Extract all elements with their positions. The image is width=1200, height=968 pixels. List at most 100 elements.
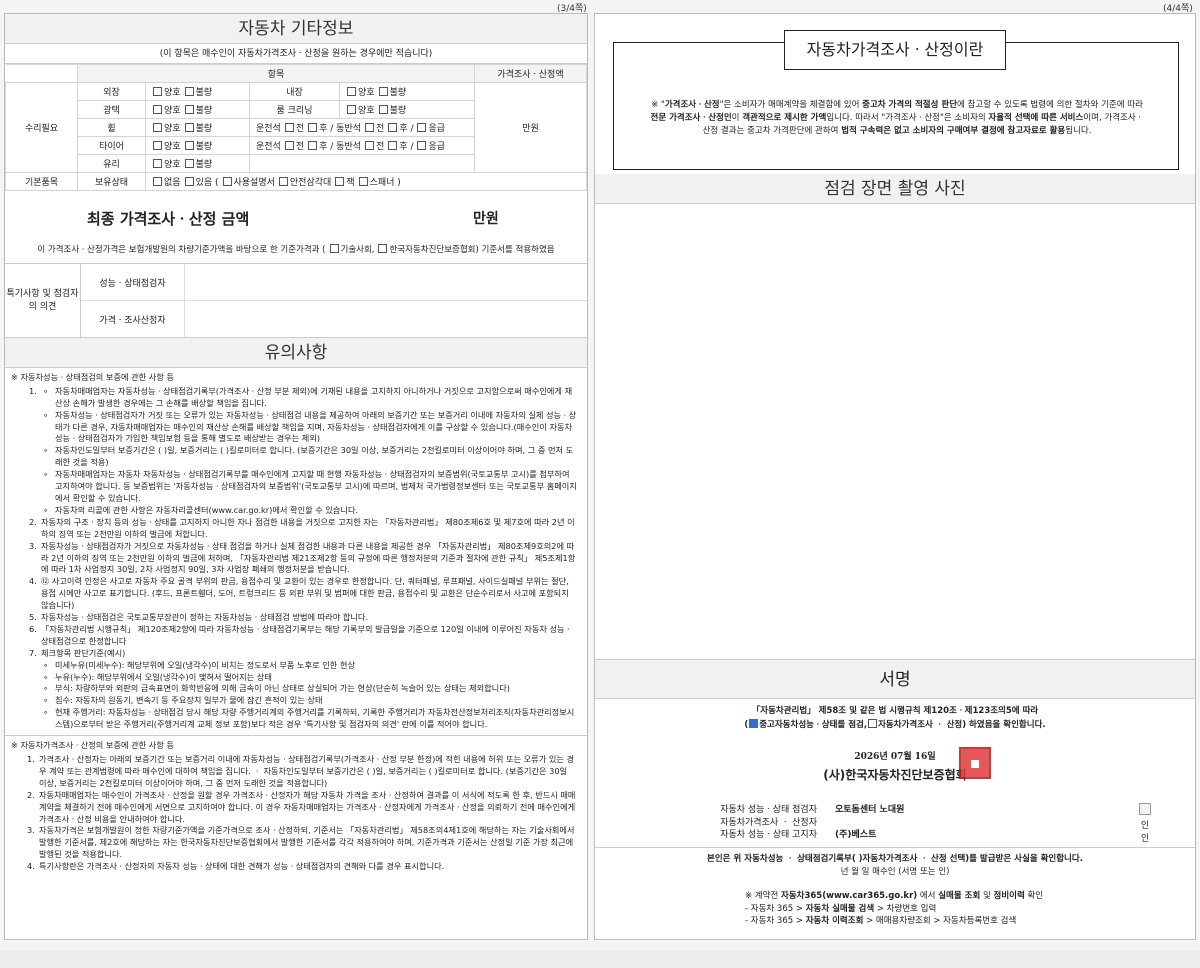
checkbox[interactable] bbox=[184, 105, 194, 114]
vehicle-etc-table: 항목 가격조사ㆍ산정액 수리필요 외장 양호 불량 내장 양호 불량 만원 광택 양… bbox=[5, 64, 587, 191]
red-stamp-icon bbox=[959, 747, 991, 779]
checkbox[interactable] bbox=[347, 105, 356, 114]
checkbox[interactable] bbox=[153, 123, 162, 132]
final-price-label: 최종 가격조사ㆍ산정 금액 bbox=[87, 209, 250, 228]
checkbox[interactable] bbox=[417, 141, 427, 150]
checkbox[interactable] bbox=[388, 123, 398, 132]
final-price-unit: 만원 bbox=[473, 211, 499, 227]
list-item: 자동차의 구조ㆍ장치 등의 성능ㆍ상태를 고지하지 아니한 자나 점검한 내용을… bbox=[41, 516, 575, 539]
section-title-vehicle-etc: 자동차 기타정보 bbox=[5, 14, 587, 44]
photo-area bbox=[595, 204, 1195, 674]
list-item: 특기사항란은 가격조사ㆍ산정자의 자동차 성능ㆍ상태에 대한 견해가 성능ㆍ상태… bbox=[39, 861, 445, 872]
row-exterior: 외장 bbox=[77, 82, 146, 101]
price-value: 만원 bbox=[474, 82, 587, 173]
checkbox[interactable] bbox=[222, 177, 232, 186]
list-item: 누유(누수): 해당부위에서 오일(냉각수)이 맺혀서 떨어지는 상태 bbox=[55, 671, 272, 682]
opinion-inspector: 성능ㆍ상태점검자 bbox=[81, 264, 185, 300]
checkbox[interactable] bbox=[308, 141, 318, 150]
section-title-photo: 점검 장면 촬영 사진 bbox=[595, 174, 1195, 204]
intro-text: ※ "가격조사ㆍ산정"은 소비자가 매매계약을 체결함에 있어 중고차 가격의 … bbox=[650, 100, 1144, 136]
sign-org: (사)한국자동차진단보증협회 bbox=[823, 768, 967, 782]
signer-row: 자동차가격조사 ㆍ 산정자 bbox=[720, 817, 817, 828]
sign-law-text: 「자동차관리법」 제58조 및 같은 법 시행규칙 제120조ㆍ제123조의5에… bbox=[744, 706, 1046, 730]
intro-title: 자동차가격조사ㆍ산정이란 bbox=[784, 30, 1006, 70]
col-price: 가격조사ㆍ산정액 bbox=[474, 64, 587, 83]
opinion-appraiser-field[interactable] bbox=[185, 301, 587, 337]
row-gloss: 광택 bbox=[77, 100, 146, 119]
row-owned: 보유상태 bbox=[77, 172, 146, 191]
checkbox[interactable] bbox=[378, 244, 388, 253]
checkbox[interactable] bbox=[284, 123, 294, 132]
section-title-notice: 유의사항 bbox=[5, 338, 587, 368]
row-roomclean: 룸 크리닝 bbox=[249, 100, 340, 119]
checkbox[interactable] bbox=[184, 141, 194, 150]
row-glass: 유리 bbox=[77, 154, 146, 173]
checkbox[interactable] bbox=[184, 123, 194, 132]
checkbox[interactable] bbox=[153, 159, 162, 168]
list-item: 자동차성능ㆍ상태점검자가 거짓 또는 오류가 있는 자동차성능ㆍ상태점검 내용을… bbox=[55, 409, 577, 444]
section-title-sign: 서명 bbox=[595, 659, 1195, 699]
checkbox[interactable] bbox=[278, 177, 288, 186]
checkbox[interactable] bbox=[365, 123, 375, 132]
checkbox[interactable] bbox=[153, 87, 162, 96]
list-item: 자동차가격은 보험개발원이 정한 차량기준가액을 기준가격으로 조사ㆍ산정하되,… bbox=[39, 825, 575, 860]
list-item: 부식: 차량하부와 외판의 금속표면이 화학반응에 의해 금속이 아닌 상태로 … bbox=[55, 683, 510, 694]
section-subtitle: (이 항목은 매수인이 자동차가격조사ㆍ산정을 원하는 경우에만 적습니다) bbox=[5, 44, 587, 64]
col-item: 항목 bbox=[77, 64, 475, 83]
checkbox[interactable] bbox=[329, 244, 339, 253]
list-item: ⑫ 사고이력 인정은 사고로 자동차 주요 골격 부위의 판금, 용접수리 및 … bbox=[41, 576, 569, 611]
page-4: 자동차가격조사ㆍ산정이란 ※ "가격조사ㆍ산정"은 소비자가 매매계약을 체결함… bbox=[594, 13, 1196, 940]
list-item: 현재 주행거리: 자동차성능ㆍ상태점검 당시 해당 차량 주행거리계의 주행거리… bbox=[55, 707, 575, 730]
final-price-row: 최종 가격조사ㆍ산정 금액 만원 bbox=[5, 199, 587, 237]
group-basic: 기본품목 bbox=[5, 172, 78, 191]
bottom-bar bbox=[0, 950, 1200, 968]
checkbox[interactable] bbox=[358, 177, 368, 186]
opinion-table: 특기사항 및 점검자의 의견 성능ㆍ상태점검자 가격ㆍ조사산정자 bbox=[5, 264, 587, 338]
page-3: 자동차 기타정보 (이 항목은 매수인이 자동차가격조사ㆍ산정을 원하는 경우에… bbox=[4, 13, 588, 940]
sign-date: 2026년 07월 16일 bbox=[854, 752, 936, 762]
row-interior: 내장 bbox=[249, 82, 340, 101]
checkbox[interactable] bbox=[347, 87, 356, 96]
group-repair: 수리필요 bbox=[5, 82, 78, 173]
opinion-label: 특기사항 및 점검자의 의견 bbox=[5, 264, 81, 337]
checkbox-checked[interactable] bbox=[749, 719, 759, 728]
checkbox[interactable] bbox=[153, 141, 162, 150]
checkbox[interactable] bbox=[378, 87, 388, 96]
list-item: 자동차인도일부터 보증기간은 ( )일, 보증거리는 ( )킬로미터로 합니다.… bbox=[55, 445, 574, 468]
checkbox[interactable] bbox=[153, 177, 162, 186]
broken-image-icon bbox=[1139, 803, 1151, 815]
list-item: 자동차매매업자는 매수인이 가격조사ㆍ산정을 원할 경우 가격조사ㆍ산정자가 해… bbox=[39, 789, 576, 824]
checkbox[interactable] bbox=[153, 105, 162, 114]
checkbox[interactable] bbox=[335, 177, 345, 186]
checkbox[interactable] bbox=[365, 141, 375, 150]
row-tire: 타이어 bbox=[77, 136, 146, 155]
row-wheel: 휠 bbox=[77, 118, 146, 137]
list-item: 「자동차관리법 시행규칙」 제120조제2항에 따라 자동차성능ㆍ상태점검기록부… bbox=[41, 623, 573, 646]
checkbox[interactable] bbox=[184, 159, 194, 168]
list-item: 자동차성능ㆍ상태점검은 국토교통부장관이 정하는 자동차성능ㆍ상태점검 방법에 … bbox=[41, 612, 369, 623]
signer-row: 자동차 성능ㆍ상태 점검자 오토돔센터 노대원 bbox=[720, 805, 905, 815]
list-item: 미세누유(미세누수): 해당부위에 오일(냉각수)이 비치는 정도로서 부품 노… bbox=[55, 659, 355, 670]
list-item: 체크항목 판단기준(예시) bbox=[41, 647, 126, 658]
checkbox[interactable] bbox=[284, 141, 294, 150]
notice-sec2-head: ※ 자동차가격조사ㆍ산정의 보증에 관한 사항 등 bbox=[11, 740, 174, 751]
opinion-appraiser: 가격ㆍ조사산정자 bbox=[81, 301, 185, 337]
checkbox[interactable] bbox=[308, 123, 318, 132]
signer-list: 자동차 성능ㆍ상태 점검자 오토돔센터 노대원 자동차가격조사 ㆍ 산정자 자동차… bbox=[647, 804, 904, 842]
car365-tips: ※ 계약전 자동차365(www.car365.go.kr) 에서 실매물 조회… bbox=[745, 891, 1044, 926]
checkbox[interactable] bbox=[378, 105, 388, 114]
signer-row: 자동차 성능ㆍ상태 고지자 (주)베스트 bbox=[720, 830, 877, 840]
checkbox[interactable] bbox=[184, 177, 194, 186]
opinion-inspector-field[interactable] bbox=[185, 264, 587, 300]
list-item: 자동차성능ㆍ상태점검자가 거짓으로 자동차성능ㆍ상태 점검을 하거나 실제 점검… bbox=[41, 540, 576, 575]
checkbox[interactable] bbox=[184, 87, 194, 96]
checkbox[interactable] bbox=[388, 141, 398, 150]
notice-body: ※ 자동차성능ㆍ상태점검의 보증에 관한 사항 등 1. ∘ 자동차매매업자는 자… bbox=[5, 368, 587, 873]
seal-box: 인인 bbox=[1134, 803, 1156, 846]
buyer-confirm: 본인은 위 자동차성능 ㆍ 상태점검기록부( )자동차가격조사 ㆍ 산정 선택)… bbox=[595, 847, 1195, 879]
list-item: 자동차매매업자는 자동차성능ㆍ상태점검기록부(가격조사ㆍ산정 부분 제외)에 기… bbox=[55, 385, 573, 408]
checkbox[interactable] bbox=[868, 719, 878, 728]
final-price-note: 이 가격조사ㆍ산정가격은 보험개발원의 차량기준가액을 바탕으로 한 기준가격과… bbox=[5, 237, 587, 264]
notice-sec1-head: ※ 자동차성능ㆍ상태점검의 보증에 관한 사항 등 bbox=[11, 372, 174, 382]
checkbox[interactable] bbox=[417, 123, 427, 132]
